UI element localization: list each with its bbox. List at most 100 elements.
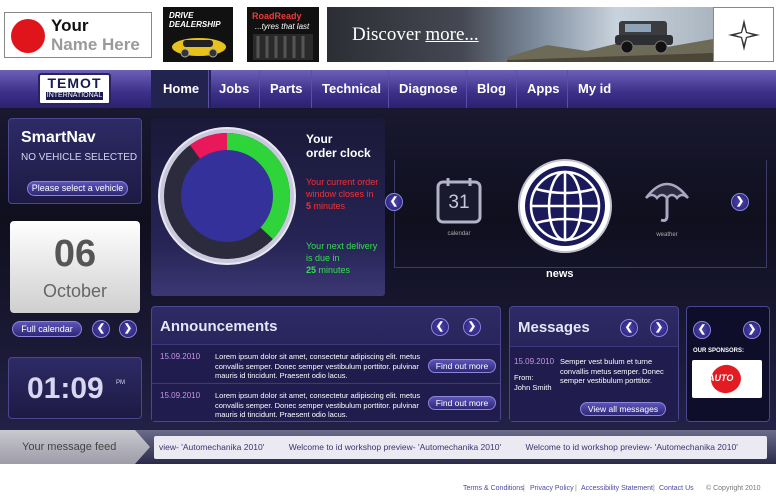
date-card: 06 October	[10, 221, 140, 313]
footer-contact-link[interactable]: Contact Us	[659, 485, 694, 492]
discover-label: Discover	[352, 24, 426, 45]
ad2-line2: ...tyres that last	[255, 22, 310, 31]
news-caption: news	[546, 268, 574, 280]
footer-terms-link[interactable]: Terms & Conditions	[463, 485, 524, 492]
ad-roadready[interactable]: RoadReady ...tyres that last	[247, 7, 319, 62]
find-out-more-button[interactable]: Find out more	[428, 396, 496, 410]
nav-jobs[interactable]: Jobs	[208, 70, 259, 108]
time-panel: 01:09 PM	[8, 357, 142, 419]
news-app[interactable]	[516, 157, 614, 255]
date-day: 06	[53, 233, 97, 275]
message-date: 15.09.2010	[514, 357, 555, 366]
order-window-text: Your current order window closes in 5 mi…	[306, 176, 386, 212]
discover-more-link[interactable]: more...	[425, 24, 478, 45]
temot-logo-sub: INTERNATIONAL	[46, 92, 103, 100]
announcements-title: Announcements	[160, 318, 278, 335]
globe-icon	[518, 159, 612, 253]
message-from-label: From:	[514, 373, 534, 382]
nav-technical[interactable]: Technical	[311, 70, 391, 108]
sponsors-prev-arrow-icon[interactable]: ❮	[693, 321, 711, 339]
footer-privacy-link[interactable]: Privacy Policy	[530, 485, 574, 492]
calendar-caption: calendar	[447, 231, 471, 237]
footer-separator: |	[653, 485, 655, 492]
next-delivery-label: Your next delivery is due in	[306, 241, 378, 263]
nav-parts[interactable]: Parts	[259, 70, 313, 108]
order-window-label: Your current order window closes in	[306, 177, 379, 199]
ad-discover[interactable]: Discover more...	[327, 7, 713, 62]
weather-app[interactable]: weather	[644, 174, 690, 240]
nav-diagnose[interactable]: Diagnose	[388, 70, 468, 108]
order-window-unit: minutes	[313, 201, 346, 211]
order-clock-title-1: Your	[306, 132, 333, 146]
order-window-value: 5	[306, 201, 312, 211]
announcement-text: Lorem ipsum dolor sit amet, consectetur …	[215, 352, 421, 380]
next-delivery-value: 25	[306, 265, 317, 275]
find-out-more-button[interactable]: Find out more	[428, 359, 496, 373]
messages-prev-arrow-icon[interactable]: ❮	[620, 319, 638, 337]
nav-apps[interactable]: Apps	[516, 70, 570, 108]
order-clock-gauge	[158, 127, 296, 265]
top-banner: Your Name Here DRIVE DEALERSHIP RoadRead…	[0, 0, 776, 70]
order-clock-title-2: order clock	[306, 146, 371, 160]
announcements-prev-arrow-icon[interactable]: ❮	[431, 318, 449, 336]
suv-icon	[615, 21, 673, 54]
ad1-line2: DEALERSHIP	[169, 20, 221, 29]
discover-text: Discover more...	[352, 24, 479, 46]
announcement-date: 15.09.2010	[160, 352, 201, 361]
calendar-icon-day: 31	[448, 192, 470, 213]
feed-item[interactable]: Welcome to id workshop preview- 'Automec…	[289, 442, 501, 452]
main-nav: TEMOT INTERNATIONAL Home Jobs Parts Tech…	[0, 70, 776, 108]
smartnav-title: SmartNav	[21, 129, 96, 146]
weather-caption: weather	[656, 232, 678, 238]
messages-panel: Messages ❮ ❯ 15.09.2010 From: John Smith…	[509, 306, 679, 422]
ad-drive-dealership[interactable]: DRIVE DEALERSHIP	[163, 7, 233, 62]
temot-logo-main: TEMOT	[47, 75, 102, 91]
order-clock-title: Your order clock	[306, 132, 371, 160]
nav-home[interactable]: Home	[151, 70, 212, 108]
nav-blog[interactable]: Blog	[466, 70, 516, 108]
announcement-date: 15.09.2010	[160, 391, 201, 400]
messages-next-arrow-icon[interactable]: ❯	[650, 319, 668, 337]
view-all-messages-button[interactable]: View all messages	[580, 402, 666, 416]
car-icon	[172, 38, 226, 58]
feed-item[interactable]: view- 'Automechanika 2010'	[159, 442, 264, 452]
announcements-next-arrow-icon[interactable]: ❯	[463, 318, 481, 336]
sponsor-logo-text: AUTO	[708, 373, 734, 383]
date-prev-arrow-icon[interactable]: ❮	[92, 320, 110, 338]
announcement-text: Lorem ipsum dolor sit amet, consectetur …	[215, 391, 421, 419]
footer: Terms & Conditions | Privacy Policy | Ac…	[0, 464, 776, 501]
carousel-next-arrow-icon[interactable]: ❯	[731, 193, 749, 211]
message-feed-ticker[interactable]: view- 'Automechanika 2010' Welcome to id…	[154, 436, 767, 459]
sponsors-panel: ❮ ❯ OUR SPONSORS: AUTO	[686, 306, 770, 422]
umbrella-icon	[645, 182, 689, 222]
announcements-panel: Announcements ❮ ❯ 15.09.2010 Lorem ipsum…	[151, 306, 501, 422]
ad1-line1: DRIVE	[169, 11, 194, 20]
calendar-app[interactable]: 31 calendar	[436, 176, 482, 238]
footer-accessibility-link[interactable]: Accessibility Statement	[581, 485, 653, 492]
select-vehicle-button[interactable]: Please select a vehicle	[27, 181, 128, 196]
time-display: 01:09	[27, 372, 104, 405]
logo-dot-icon	[11, 19, 45, 53]
temot-logo[interactable]: TEMOT INTERNATIONAL	[38, 73, 111, 105]
sponsor-logo[interactable]: AUTO	[692, 360, 762, 398]
sponsors-label: OUR SPONSORS:	[693, 348, 745, 354]
date-next-arrow-icon[interactable]: ❯	[119, 320, 137, 338]
smartnav-panel: SmartNav NO VEHICLE SELECTED Please sele…	[8, 118, 142, 204]
footer-separator: |	[575, 485, 577, 492]
footer-separator: |	[523, 485, 525, 492]
footer-copyright: © Copyright 2010	[706, 485, 761, 492]
logo-name-text: Name Here	[51, 35, 140, 54]
sponsors-next-arrow-icon[interactable]: ❯	[743, 321, 761, 339]
message-feed-label: Your message feed	[0, 430, 150, 464]
logo-your-text: Your	[51, 16, 89, 35]
feed-item[interactable]: Welcome to id workshop preview- 'Automec…	[525, 442, 737, 452]
ad-compass[interactable]	[713, 7, 774, 62]
nav-my-id[interactable]: My id	[567, 70, 621, 108]
message-item: 15.09.2010 From: John Smith Semper vest …	[510, 346, 678, 421]
next-delivery-unit: minutes	[318, 265, 351, 275]
ad2-line1: RoadReady	[252, 11, 302, 21]
full-calendar-button[interactable]: Full calendar	[12, 321, 82, 337]
your-logo[interactable]: Your Name Here	[4, 12, 152, 58]
carousel-prev-arrow-icon[interactable]: ❮	[385, 193, 403, 211]
tyre-icon	[253, 34, 313, 60]
